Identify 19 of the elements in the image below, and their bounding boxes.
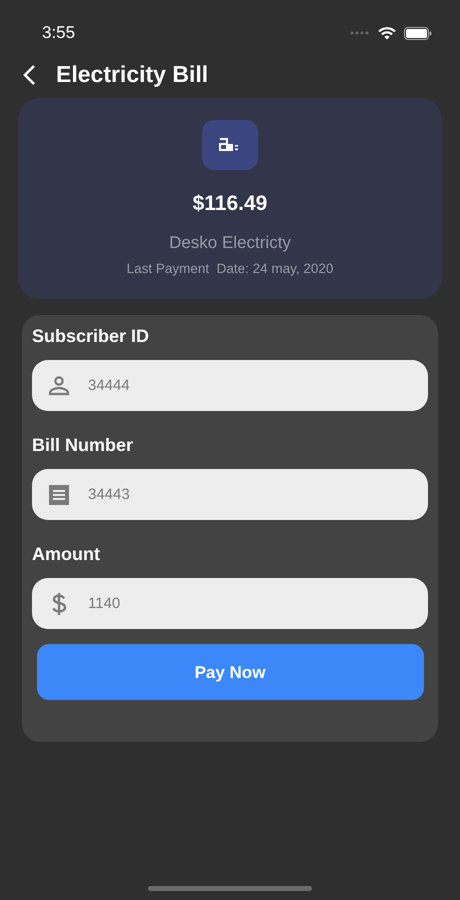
bill-amount: $116.49 bbox=[192, 191, 268, 217]
signal-icon bbox=[350, 31, 370, 35]
page-title: Electricity Bill bbox=[56, 61, 208, 89]
wifi-icon bbox=[378, 26, 396, 40]
field-label: Subscriber ID bbox=[32, 325, 150, 348]
battery-icon bbox=[404, 26, 432, 40]
plug-icon bbox=[202, 120, 258, 170]
field-label: Amount bbox=[32, 543, 101, 566]
input-field[interactable]: 34444 bbox=[32, 360, 428, 412]
clock-time: 3:55 bbox=[42, 22, 76, 44]
input-field[interactable]: 34443 bbox=[32, 469, 428, 520]
pay-now-button[interactable]: Pay Now bbox=[36, 644, 424, 700]
provider-name: Desko Electricty bbox=[169, 232, 291, 254]
last-payment-date: Last Payment Date: 24 may, 2020 bbox=[126, 260, 334, 278]
person-icon bbox=[48, 376, 70, 396]
field-label: Bill Number bbox=[32, 434, 134, 458]
input-field[interactable]: 1140 bbox=[32, 578, 428, 630]
receipt-icon bbox=[48, 484, 70, 506]
back-icon[interactable] bbox=[22, 64, 36, 86]
